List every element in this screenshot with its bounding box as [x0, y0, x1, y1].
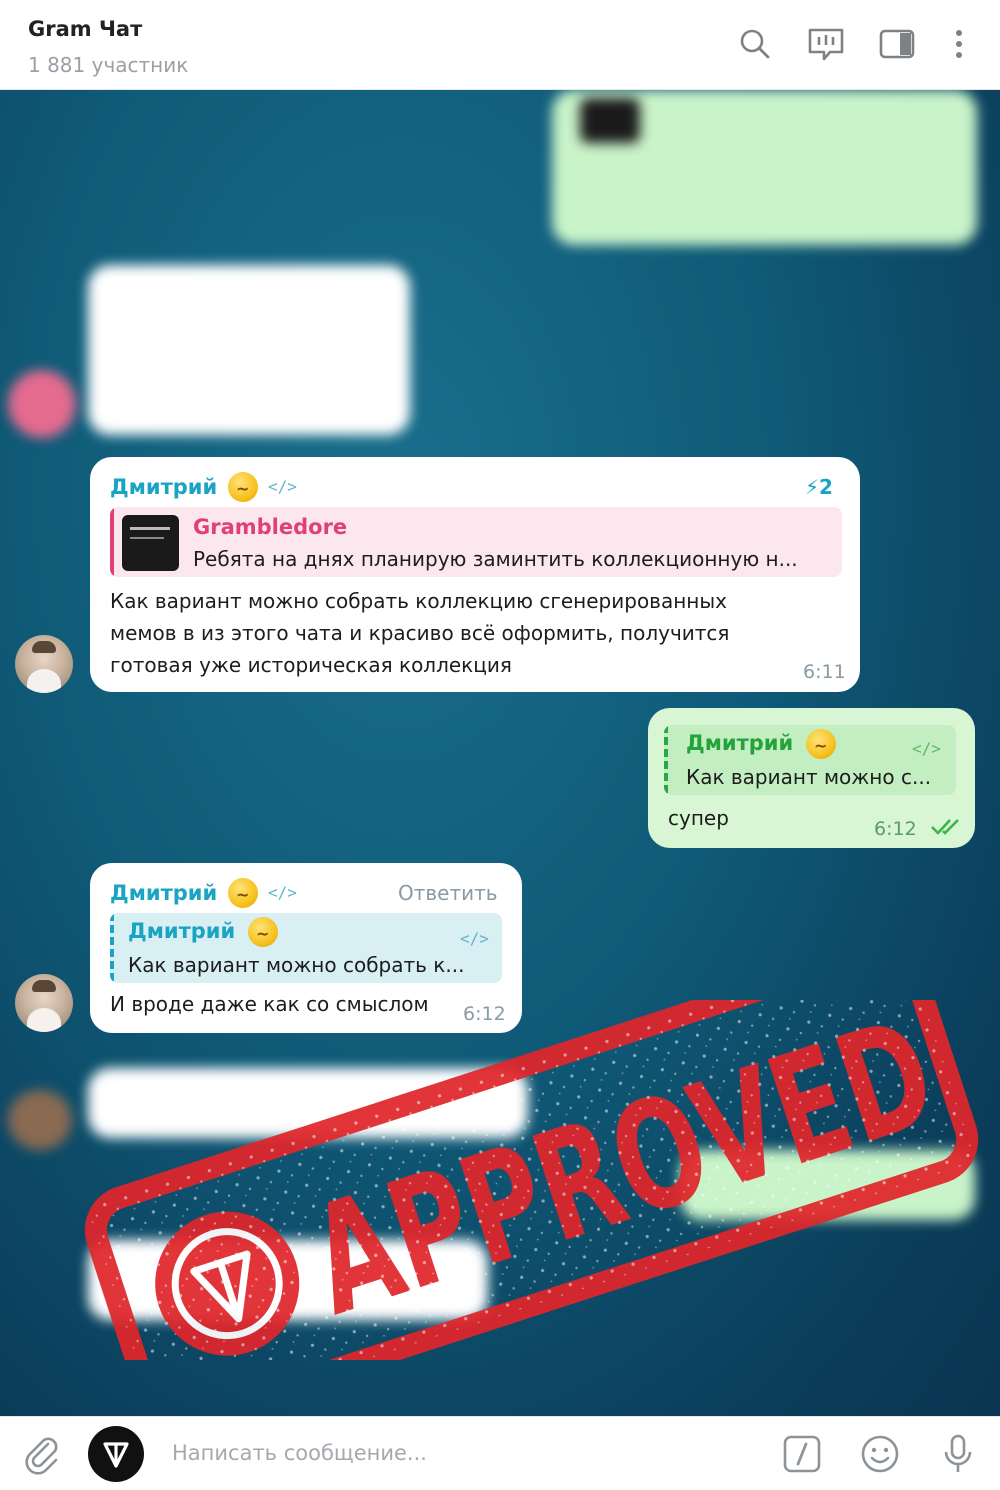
quote-text: Как вариант можно с...: [686, 765, 932, 789]
quote-author: Grambledore: [193, 515, 348, 539]
emoji-status-icon: [228, 472, 258, 502]
microphone-icon[interactable]: [934, 1430, 982, 1478]
double-check-icon: [930, 814, 966, 838]
chat-header: Gram Чат 1 881 участник: [0, 0, 1000, 90]
message-text: И вроде даже как со смыслом: [110, 992, 429, 1016]
blurred-avatar: [8, 1090, 72, 1150]
message-time: 6:12: [874, 818, 917, 840]
message-bubble[interactable]: Дмитрий </> ⚡2 Grambledore Ребята на дня…: [90, 457, 860, 692]
message-line: Как вариант можно собрать коллекцию сген…: [110, 589, 728, 613]
quote-author: Дмитрий: [128, 919, 236, 943]
reply-quote[interactable]: Дмитрий </> Как вариант можно собрать к.…: [110, 913, 502, 983]
blurred-message: [88, 1068, 528, 1138]
code-icon: </>: [460, 929, 489, 948]
author-name[interactable]: Дмитрий: [110, 881, 217, 905]
thread-icon: ⚡: [805, 475, 820, 499]
author-name[interactable]: Дмитрий: [110, 475, 217, 499]
quote-author: Дмитрий: [686, 731, 794, 755]
blurred-message: [680, 1150, 975, 1220]
emoji-status-icon: [806, 729, 836, 759]
sidebar-icon[interactable]: [875, 22, 919, 66]
member-count: 1 881 участник: [28, 53, 189, 77]
message-composer: Написать сообщение...: [0, 1416, 1000, 1490]
avatar[interactable]: [15, 974, 73, 1032]
ton-logo-icon[interactable]: [88, 1426, 144, 1482]
emoji-status-icon: [248, 917, 278, 947]
message-time: 6:12: [463, 1003, 506, 1025]
avatar[interactable]: [15, 635, 73, 693]
message-bubble[interactable]: Дмитрий </> Ответить Дмитрий </> Как вар…: [90, 863, 522, 1033]
blurred-message: [88, 265, 410, 435]
code-icon: </>: [268, 477, 297, 496]
more-icon[interactable]: [937, 22, 981, 66]
message-text: супер: [668, 806, 729, 830]
chat-icon[interactable]: [804, 22, 848, 66]
code-icon: </>: [912, 739, 941, 758]
command-icon[interactable]: [778, 1430, 826, 1478]
reply-quote[interactable]: Grambledore Ребята на днях планирую зами…: [110, 507, 842, 577]
emoji-icon[interactable]: [856, 1430, 904, 1478]
blurred-thumbnail: [580, 98, 640, 143]
message-time: 6:11: [803, 661, 846, 683]
quote-text: Как вариант можно собрать к...: [128, 953, 465, 977]
message-text: Как вариант можно собрать коллекцию сген…: [110, 585, 729, 681]
blurred-avatar: [8, 370, 76, 438]
outgoing-message-bubble[interactable]: Дмитрий </> Как вариант можно с... супер…: [648, 708, 975, 848]
reply-count[interactable]: ⚡2: [805, 475, 833, 499]
quote-text: Ребята на днях планирую заминтить коллек…: [193, 547, 798, 571]
code-icon: </>: [268, 883, 297, 902]
emoji-status-icon: [228, 878, 258, 908]
reply-quote[interactable]: Дмитрий </> Как вариант можно с...: [664, 725, 956, 795]
message-line: мемов в из этого чата и красиво всё офор…: [110, 621, 730, 645]
search-icon[interactable]: [733, 22, 777, 66]
message-input[interactable]: Написать сообщение...: [172, 1441, 427, 1465]
reply-button[interactable]: Ответить: [398, 881, 498, 905]
paperclip-icon[interactable]: [18, 1430, 66, 1478]
chat-title[interactable]: Gram Чат: [28, 17, 142, 41]
chat-area[interactable]: Дмитрий </> ⚡2 Grambledore Ребята на дня…: [0, 90, 1000, 1416]
message-line: готовая уже историческая коллекция: [110, 653, 512, 677]
quote-thumbnail: [122, 515, 179, 571]
blurred-message: [88, 1240, 488, 1320]
